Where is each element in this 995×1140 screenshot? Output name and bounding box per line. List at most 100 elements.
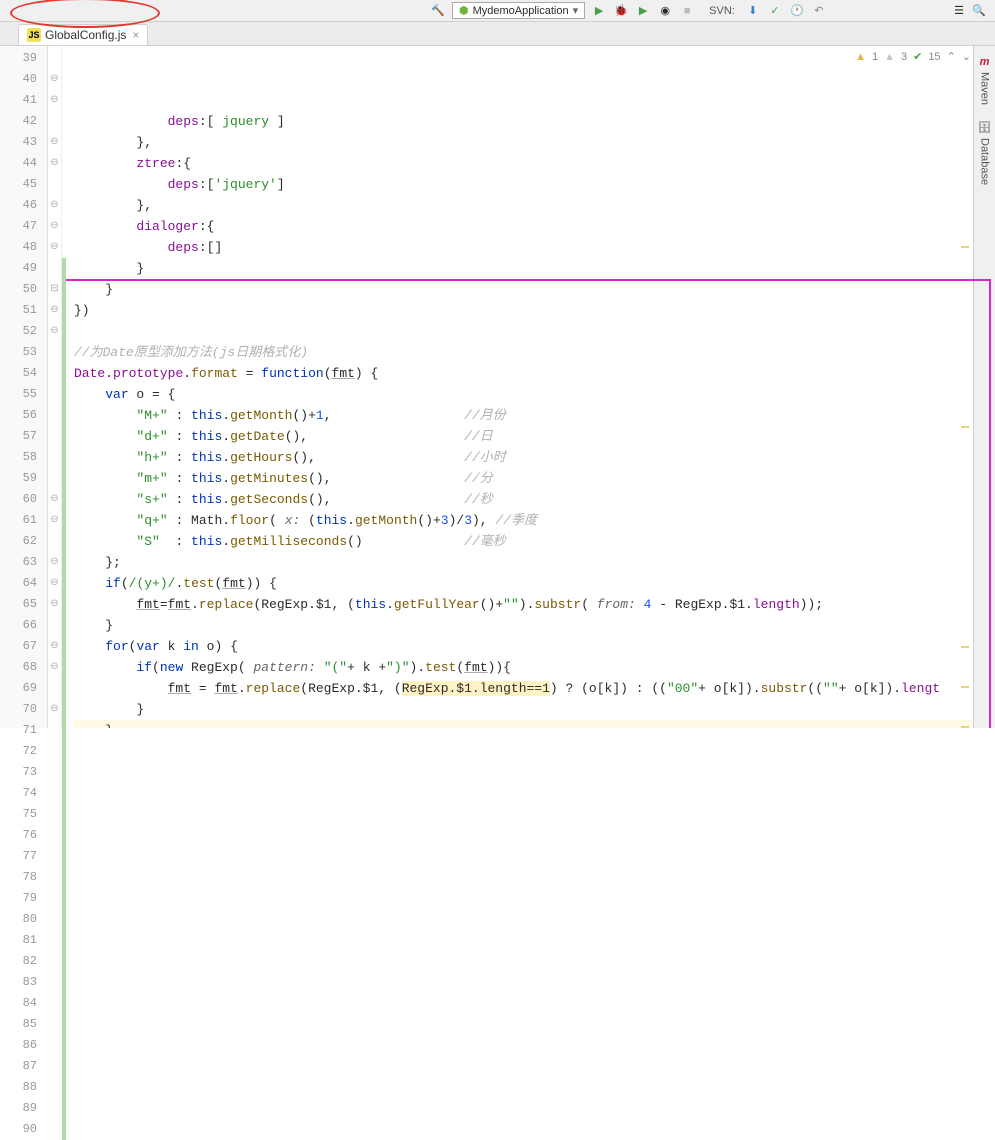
line-number[interactable]: 75 bbox=[0, 804, 37, 825]
code-line[interactable]: "m+" : this.getMinutes(), //分 bbox=[74, 468, 995, 489]
code-line[interactable]: } bbox=[74, 279, 995, 300]
line-number[interactable]: 76 bbox=[0, 825, 37, 846]
fold-toggle[interactable] bbox=[48, 447, 61, 468]
fold-toggle[interactable]: ⊖ bbox=[48, 90, 61, 111]
code-line[interactable]: var o = { bbox=[74, 384, 995, 405]
code-editor[interactable]: deps:[ jquery ] }, ztree:{ deps:['jquery… bbox=[66, 46, 995, 728]
search-icon[interactable]: 🔍 bbox=[971, 3, 987, 19]
code-line[interactable]: }; bbox=[74, 552, 995, 573]
line-number[interactable]: 64 bbox=[0, 573, 37, 594]
code-line[interactable]: }, bbox=[74, 132, 995, 153]
line-number[interactable]: 51 bbox=[0, 300, 37, 321]
fold-toggle[interactable]: ⊖ bbox=[48, 237, 61, 258]
line-number[interactable]: 60 bbox=[0, 489, 37, 510]
fold-toggle[interactable] bbox=[48, 1077, 61, 1098]
code-line[interactable]: fmt = fmt.replace(RegExp.$1, (RegExp.$1.… bbox=[74, 678, 995, 699]
fold-toggle[interactable] bbox=[48, 531, 61, 552]
code-line[interactable]: if(new RegExp( pattern: "("+ k +")").tes… bbox=[74, 657, 995, 678]
vcs-revert-icon[interactable]: ↶ bbox=[811, 3, 827, 19]
fold-toggle[interactable] bbox=[48, 1035, 61, 1056]
line-number[interactable]: 71 bbox=[0, 720, 37, 741]
fold-toggle[interactable]: ⊖ bbox=[48, 489, 61, 510]
line-number[interactable]: 46 bbox=[0, 195, 37, 216]
fold-toggle[interactable]: ⊖ bbox=[48, 153, 61, 174]
fold-toggle[interactable]: ⊖ bbox=[48, 321, 61, 342]
line-number[interactable]: 58 bbox=[0, 447, 37, 468]
fold-toggle[interactable] bbox=[48, 741, 61, 762]
line-number[interactable]: 78 bbox=[0, 867, 37, 888]
editor-tab-globalconfig[interactable]: JS GlobalConfig.js × bbox=[18, 24, 148, 45]
code-line[interactable]: "q+" : Math.floor( x: (this.getMonth()+3… bbox=[74, 510, 995, 531]
code-line[interactable]: "h+" : this.getHours(), //小时 bbox=[74, 447, 995, 468]
fold-toggle[interactable] bbox=[48, 1056, 61, 1077]
vcs-history-icon[interactable]: 🕐 bbox=[789, 3, 805, 19]
line-number[interactable]: 79 bbox=[0, 888, 37, 909]
line-number[interactable]: 47 bbox=[0, 216, 37, 237]
fold-toggle[interactable] bbox=[48, 867, 61, 888]
fold-toggle[interactable]: ⊖ bbox=[48, 657, 61, 678]
code-line[interactable]: } bbox=[74, 699, 995, 720]
fold-toggle[interactable] bbox=[48, 888, 61, 909]
line-number[interactable]: 69 bbox=[0, 678, 37, 699]
line-number[interactable]: 45 bbox=[0, 174, 37, 195]
fold-toggle[interactable] bbox=[48, 909, 61, 930]
line-number[interactable]: 72 bbox=[0, 741, 37, 762]
fold-toggle[interactable]: ⊖ bbox=[48, 69, 61, 90]
line-number[interactable]: 50 bbox=[0, 279, 37, 300]
run-icon[interactable]: ▶ bbox=[591, 3, 607, 19]
code-line[interactable]: dialoger:{ bbox=[74, 216, 995, 237]
code-line[interactable]: deps:['jquery'] bbox=[74, 174, 995, 195]
code-line[interactable]: } bbox=[74, 720, 995, 728]
profile-icon[interactable]: ◉ bbox=[657, 3, 673, 19]
line-number[interactable]: 56 bbox=[0, 405, 37, 426]
line-number[interactable]: 39 bbox=[0, 48, 37, 69]
code-line[interactable]: //为Date原型添加方法(js日期格式化) bbox=[74, 342, 995, 363]
code-line[interactable]: } bbox=[74, 615, 995, 636]
line-number[interactable]: 89 bbox=[0, 1098, 37, 1119]
chevron-up-icon[interactable]: ⌃ bbox=[947, 50, 956, 63]
code-line[interactable]: deps:[] bbox=[74, 237, 995, 258]
fold-toggle[interactable] bbox=[48, 384, 61, 405]
fold-toggle[interactable] bbox=[48, 1119, 61, 1140]
fold-toggle[interactable] bbox=[48, 846, 61, 867]
chevron-down-icon[interactable]: ⌄ bbox=[962, 50, 971, 63]
line-number[interactable]: 82 bbox=[0, 951, 37, 972]
fold-toggle[interactable] bbox=[48, 342, 61, 363]
vcs-update-icon[interactable]: ⬇ bbox=[745, 3, 761, 19]
line-number[interactable]: 48 bbox=[0, 237, 37, 258]
fold-toggle[interactable] bbox=[48, 363, 61, 384]
line-number[interactable]: 43 bbox=[0, 132, 37, 153]
close-icon[interactable]: × bbox=[132, 28, 139, 42]
stop-icon[interactable]: ■ bbox=[679, 3, 695, 19]
tool-window-maven[interactable]: m Maven bbox=[977, 52, 993, 109]
line-number[interactable]: 84 bbox=[0, 993, 37, 1014]
inspection-summary[interactable]: ▲1 ▲3 ✔15 ⌃ ⌄ bbox=[855, 50, 971, 63]
code-line[interactable]: "d+" : this.getDate(), //日 bbox=[74, 426, 995, 447]
run-configuration-selector[interactable]: ⬢ MydemoApplication ▾ bbox=[452, 2, 585, 19]
line-number[interactable]: 88 bbox=[0, 1077, 37, 1098]
vcs-commit-icon[interactable]: ✓ bbox=[767, 3, 783, 19]
code-line[interactable]: fmt=fmt.replace(RegExp.$1, (this.getFull… bbox=[74, 594, 995, 615]
line-number[interactable]: 61 bbox=[0, 510, 37, 531]
line-number[interactable]: 49 bbox=[0, 258, 37, 279]
fold-toggle[interactable] bbox=[48, 951, 61, 972]
settings-icon[interactable]: ☰ bbox=[951, 3, 967, 19]
fold-toggle[interactable] bbox=[48, 615, 61, 636]
code-line[interactable]: deps:[ jquery ] bbox=[74, 111, 995, 132]
code-line[interactable]: "S" : this.getMilliseconds() //毫秒 bbox=[74, 531, 995, 552]
tool-window-database[interactable]: 🗄 Database bbox=[976, 117, 994, 189]
fold-toggle[interactable] bbox=[48, 825, 61, 846]
fold-toggle[interactable] bbox=[48, 762, 61, 783]
line-number[interactable]: 85 bbox=[0, 1014, 37, 1035]
fold-toggle[interactable] bbox=[48, 678, 61, 699]
fold-toggle[interactable]: ⊖ bbox=[48, 699, 61, 720]
line-number[interactable]: 67 bbox=[0, 636, 37, 657]
line-number[interactable]: 62 bbox=[0, 531, 37, 552]
line-number[interactable]: 54 bbox=[0, 363, 37, 384]
fold-toggle[interactable]: ⊖ bbox=[48, 300, 61, 321]
line-number[interactable]: 42 bbox=[0, 111, 37, 132]
line-number[interactable]: 59 bbox=[0, 468, 37, 489]
fold-toggle[interactable]: ⊖ bbox=[48, 510, 61, 531]
line-number[interactable]: 65 bbox=[0, 594, 37, 615]
line-number[interactable]: 53 bbox=[0, 342, 37, 363]
